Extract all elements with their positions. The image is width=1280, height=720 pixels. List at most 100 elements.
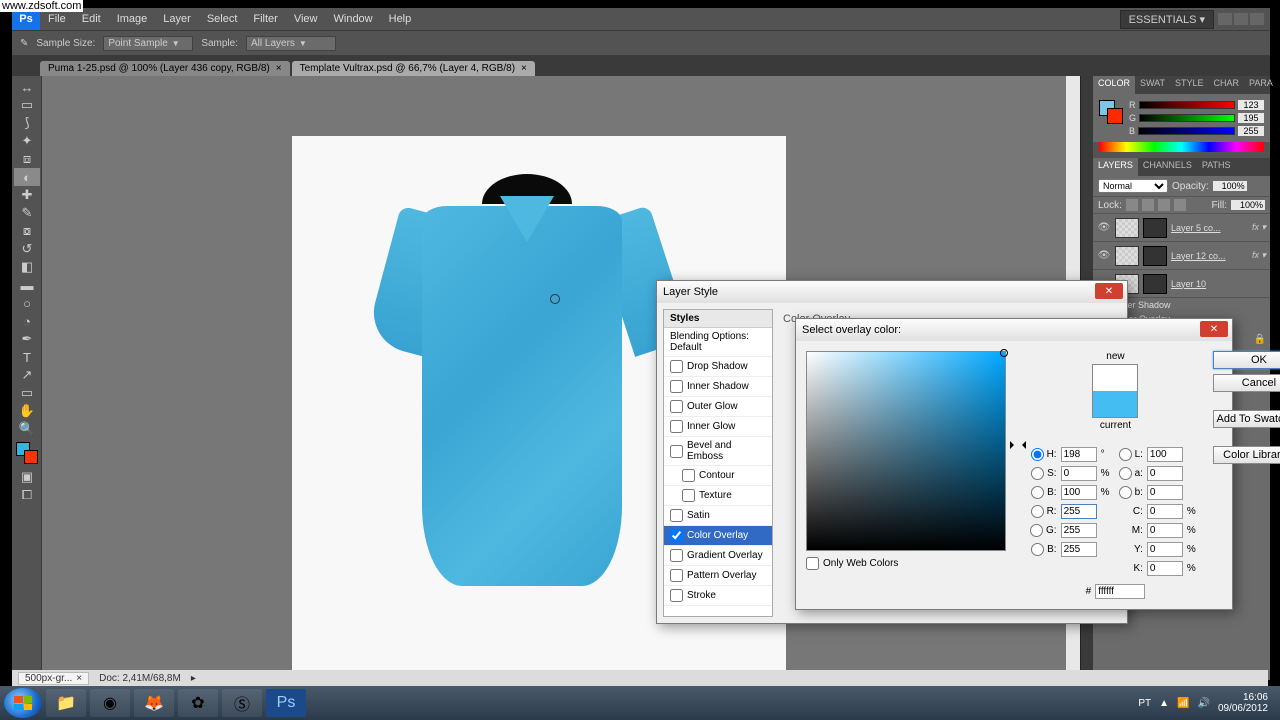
marquee-tool[interactable]: ▭	[14, 96, 40, 114]
blur-tool[interactable]: ○	[14, 294, 40, 312]
zoom-arrow-icon[interactable]: ▸	[191, 673, 196, 684]
styles-header[interactable]: Styles	[664, 310, 772, 328]
ok-button[interactable]: OK	[1213, 351, 1280, 369]
blend-mode-dropdown[interactable]: Normal	[1098, 179, 1168, 193]
shape-tool[interactable]: ▭	[14, 384, 40, 402]
style-item-color-overlay[interactable]: Color Overlay	[664, 526, 772, 546]
blending-options-item[interactable]: Blending Options: Default	[664, 328, 772, 357]
b2-radio[interactable]	[1119, 486, 1132, 499]
l-radio[interactable]	[1119, 448, 1132, 461]
cancel-button[interactable]: Cancel	[1213, 374, 1280, 392]
panel-bg-swatch[interactable]	[1107, 108, 1123, 124]
b-slider[interactable]	[1138, 127, 1235, 135]
menu-filter[interactable]: Filter	[245, 13, 285, 25]
fill-field[interactable]: 100%	[1231, 200, 1265, 210]
blue-field[interactable]	[1061, 542, 1097, 557]
hue-strip[interactable]	[1099, 142, 1264, 152]
sample-size-dropdown[interactable]: Point Sample▼	[103, 36, 193, 51]
tray-flag-icon[interactable]: ▲	[1159, 698, 1169, 709]
style-item[interactable]: Contour	[664, 466, 772, 486]
web-colors-checkbox[interactable]	[806, 557, 819, 570]
m-field[interactable]	[1147, 523, 1183, 538]
document-tab[interactable]: Template Vultrax.psd @ 66,7% (Layer 4, R…	[292, 61, 535, 76]
lock-all-icon[interactable]	[1174, 199, 1186, 211]
menu-file[interactable]: File	[40, 13, 74, 25]
document-tab[interactable]: Puma 1-25.psd @ 100% (Layer 436 copy, RG…	[40, 61, 290, 76]
menu-help[interactable]: Help	[381, 13, 420, 25]
k-field[interactable]	[1147, 561, 1183, 576]
tab-paths[interactable]: PATHS	[1197, 158, 1236, 176]
style-item[interactable]: Texture	[664, 486, 772, 506]
hue-marker[interactable]	[1014, 441, 1022, 445]
dialog-titlebar[interactable]: Select overlay color: ✕	[796, 319, 1232, 341]
g-radio[interactable]	[1030, 524, 1043, 537]
close-button[interactable]: ✕	[1095, 283, 1123, 299]
color-swatches[interactable]	[16, 442, 38, 464]
background-swatch[interactable]	[24, 450, 38, 464]
menu-layer[interactable]: Layer	[155, 13, 199, 25]
heal-tool[interactable]: ✚	[14, 186, 40, 204]
color-libraries-button[interactable]: Color Libraries	[1213, 446, 1280, 464]
style-item[interactable]: Satin	[664, 506, 772, 526]
dialog-titlebar[interactable]: Layer Style ✕	[657, 281, 1127, 303]
g-slider[interactable]	[1139, 114, 1235, 122]
s-radio[interactable]	[1031, 467, 1044, 480]
style-item[interactable]: Outer Glow	[664, 397, 772, 417]
wand-tool[interactable]: ✦	[14, 132, 40, 150]
stamp-tool[interactable]: ⧇	[14, 222, 40, 240]
minimize-button[interactable]	[1218, 13, 1232, 25]
hand-tool[interactable]: ✋	[14, 402, 40, 420]
h-radio[interactable]	[1031, 448, 1044, 461]
history-brush-tool[interactable]: ↺	[14, 240, 40, 258]
add-swatches-button[interactable]: Add To Swatches	[1213, 410, 1280, 428]
explorer-icon[interactable]: 📁	[46, 689, 86, 717]
l-field[interactable]	[1147, 447, 1183, 462]
eraser-tool[interactable]: ◧	[14, 258, 40, 276]
clock[interactable]: 16:0609/06/2012	[1218, 692, 1268, 714]
r-field[interactable]	[1061, 504, 1097, 519]
color-marker[interactable]	[1000, 349, 1008, 357]
tab-layers[interactable]: LAYERS	[1093, 158, 1138, 176]
tab-styles[interactable]: STYLE	[1170, 76, 1209, 94]
lasso-tool[interactable]: ⟆	[14, 114, 40, 132]
menu-edit[interactable]: Edit	[74, 13, 109, 25]
hex-field[interactable]	[1095, 584, 1145, 599]
start-button[interactable]	[4, 688, 42, 718]
app-icon[interactable]: ✿	[178, 689, 218, 717]
photoshop-icon[interactable]: Ps	[266, 689, 306, 717]
status-mini-tab[interactable]: 500px-gr...×	[18, 672, 89, 685]
style-item[interactable]: Gradient Overlay	[664, 546, 772, 566]
chrome-icon[interactable]: ◉	[90, 689, 130, 717]
tab-paragraph[interactable]: PARA	[1244, 76, 1278, 94]
type-tool[interactable]: T	[14, 348, 40, 366]
style-item[interactable]: Inner Glow	[664, 417, 772, 437]
quick-mask-tool[interactable]: ▣	[14, 468, 40, 486]
eyedropper-tool[interactable]: ◐	[14, 168, 40, 186]
b2-field[interactable]	[1147, 485, 1183, 500]
skype-icon[interactable]: Ⓢ	[222, 689, 262, 717]
menu-select[interactable]: Select	[199, 13, 246, 25]
r-radio[interactable]	[1031, 505, 1044, 518]
menu-view[interactable]: View	[286, 13, 326, 25]
tab-close-icon[interactable]: ×	[521, 63, 527, 74]
maximize-button[interactable]	[1234, 13, 1248, 25]
visibility-icon[interactable]: 👁	[1097, 250, 1111, 261]
lang-indicator[interactable]: PT	[1138, 698, 1151, 709]
brush-tool[interactable]: ✎	[14, 204, 40, 222]
y-field[interactable]	[1147, 542, 1183, 557]
r-slider[interactable]	[1139, 101, 1236, 109]
tab-character[interactable]: CHAR	[1209, 76, 1245, 94]
path-tool[interactable]: ↗	[14, 366, 40, 384]
lock-position-icon[interactable]	[1158, 199, 1170, 211]
tab-color[interactable]: COLOR	[1093, 76, 1135, 94]
g-field[interactable]	[1061, 523, 1097, 538]
close-button[interactable]	[1250, 13, 1264, 25]
style-item[interactable]: Drop Shadow	[664, 357, 772, 377]
crop-tool[interactable]: ⧈	[14, 150, 40, 168]
dodge-tool[interactable]: ◔	[14, 312, 40, 330]
tab-channels[interactable]: CHANNELS	[1138, 158, 1197, 176]
lock-pixels-icon[interactable]	[1142, 199, 1154, 211]
gradient-tool[interactable]: ▬	[14, 276, 40, 294]
c-field[interactable]	[1147, 504, 1183, 519]
style-item[interactable]: Inner Shadow	[664, 377, 772, 397]
